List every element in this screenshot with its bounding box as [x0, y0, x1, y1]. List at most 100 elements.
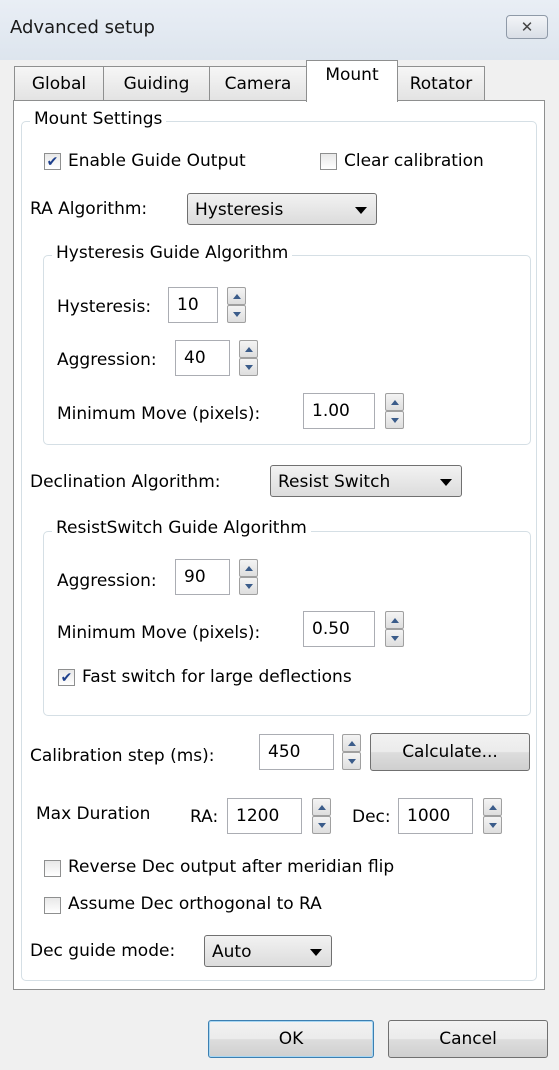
hysteresis-label: Hysteresis:	[57, 297, 152, 317]
spin-down-button[interactable]	[227, 305, 246, 323]
tab-label: Rotator	[409, 73, 473, 94]
spin-up-button[interactable]	[239, 340, 258, 358]
spin-down-button[interactable]	[385, 411, 404, 429]
spin-down-button[interactable]	[312, 816, 331, 834]
dec-guide-mode-label: Dec guide mode:	[30, 941, 176, 961]
arrow-down-icon	[488, 822, 497, 828]
spin-up-button[interactable]	[312, 798, 331, 816]
fast-switch-checkbox[interactable]: ✔	[58, 669, 75, 686]
rs-min-move-spinner[interactable]	[385, 611, 404, 647]
mount-tab-panel: Mount Settings ✔ Enable Guide Output Cle…	[13, 100, 545, 990]
hysteresis-group-title: Hysteresis Guide Algorithm	[52, 243, 293, 263]
hysteresis-spinner[interactable]	[227, 287, 246, 323]
arrow-up-icon	[488, 804, 497, 810]
hysteresis-aggression-spinner[interactable]	[239, 340, 258, 376]
spin-up-button[interactable]	[385, 393, 404, 411]
spin-down-button[interactable]	[342, 752, 361, 770]
mount-settings-title: Mount Settings	[30, 109, 167, 129]
tab-label: Guiding	[123, 73, 190, 94]
max-duration-dec-input[interactable]: 1000	[398, 798, 473, 834]
arrow-down-icon	[244, 364, 253, 370]
spin-down-button[interactable]	[239, 577, 258, 595]
ok-button-label: OK	[278, 1029, 304, 1049]
max-duration-ra-value: 1200	[236, 806, 280, 826]
fast-switch-label: Fast switch for large deflections	[82, 667, 352, 687]
tab-rotator[interactable]: Rotator	[397, 66, 485, 100]
hysteresis-min-move-spinner[interactable]	[385, 393, 404, 429]
dec-guide-mode-value: Auto	[212, 942, 252, 962]
arrow-down-icon	[244, 583, 253, 589]
close-icon: ✕	[520, 18, 534, 36]
arrow-up-icon	[390, 399, 399, 405]
max-duration-ra-input[interactable]: 1200	[227, 798, 302, 834]
hysteresis-value: 10	[177, 295, 199, 315]
ra-algorithm-value: Hysteresis	[195, 200, 284, 220]
spin-down-button[interactable]	[239, 358, 258, 376]
calibration-step-spinner[interactable]	[342, 734, 361, 770]
spin-down-button[interactable]	[385, 629, 404, 647]
cancel-button[interactable]: Cancel	[388, 1020, 548, 1058]
spin-up-button[interactable]	[227, 287, 246, 305]
tab-mount[interactable]: Mount	[306, 60, 398, 102]
arrow-up-icon	[390, 617, 399, 623]
rs-min-move-input[interactable]: 0.50	[303, 611, 375, 647]
calibration-step-value: 450	[268, 742, 301, 762]
arrow-up-icon	[244, 346, 253, 352]
clear-calibration-label: Clear calibration	[344, 151, 484, 171]
max-duration-dec-spinner[interactable]	[483, 798, 502, 834]
assume-orthogonal-checkbox[interactable]	[44, 897, 61, 914]
ok-button[interactable]: OK	[208, 1020, 374, 1058]
spin-up-button[interactable]	[342, 734, 361, 752]
arrow-up-icon	[244, 565, 253, 571]
close-button[interactable]: ✕	[506, 15, 548, 39]
window-title: Advanced setup	[10, 17, 155, 38]
hysteresis-min-move-input[interactable]: 1.00	[303, 393, 375, 429]
advanced-setup-window: Advanced setup ✕ Global Guiding Camera M…	[0, 0, 559, 1070]
tab-label: Mount	[325, 65, 379, 85]
spin-down-button[interactable]	[483, 816, 502, 834]
dec-algorithm-dropdown[interactable]: Resist Switch	[270, 465, 462, 497]
calculate-button[interactable]: Calculate...	[370, 733, 530, 771]
max-duration-dec-value: 1000	[407, 806, 451, 826]
hysteresis-aggression-input[interactable]: 40	[175, 340, 230, 376]
chevron-down-icon	[310, 949, 322, 956]
arrow-up-icon	[347, 740, 356, 746]
title-bar[interactable]: Advanced setup ✕	[0, 0, 559, 60]
spin-up-button[interactable]	[385, 611, 404, 629]
clear-calibration-checkbox[interactable]	[320, 153, 337, 170]
rs-aggression-input[interactable]: 90	[175, 559, 230, 595]
check-icon: ✔	[46, 153, 59, 170]
spin-up-button[interactable]	[239, 559, 258, 577]
arrow-up-icon	[317, 804, 326, 810]
tab-label: Camera	[224, 73, 292, 94]
arrow-down-icon	[347, 758, 356, 764]
ra-algorithm-label: RA Algorithm:	[30, 199, 148, 219]
hysteresis-min-move-value: 1.00	[312, 401, 350, 421]
dec-algorithm-label: Declination Algorithm:	[30, 472, 221, 492]
calculate-button-label: Calculate...	[402, 742, 498, 762]
calibration-step-input[interactable]: 450	[259, 734, 334, 770]
dec-guide-mode-dropdown[interactable]: Auto	[204, 935, 332, 967]
enable-guide-output-checkbox[interactable]: ✔	[44, 153, 61, 170]
reverse-dec-checkbox[interactable]	[44, 860, 61, 877]
aggression-label: Aggression:	[57, 350, 157, 370]
tab-global[interactable]: Global	[14, 66, 104, 100]
spin-up-button[interactable]	[483, 798, 502, 816]
arrow-down-icon	[390, 635, 399, 641]
max-duration-label: Max Duration	[36, 804, 151, 824]
rs-aggression-label: Aggression:	[57, 571, 157, 591]
arrow-up-icon	[232, 293, 241, 299]
rs-aggression-spinner[interactable]	[239, 559, 258, 595]
enable-guide-output-label: Enable Guide Output	[68, 151, 246, 171]
chevron-down-icon	[355, 207, 367, 214]
tab-guiding[interactable]: Guiding	[103, 66, 210, 100]
resistswitch-group-title: ResistSwitch Guide Algorithm	[52, 518, 311, 538]
calibration-step-label: Calibration step (ms):	[30, 746, 215, 766]
arrow-down-icon	[232, 311, 241, 317]
ra-algorithm-dropdown[interactable]: Hysteresis	[187, 193, 377, 225]
tab-camera[interactable]: Camera	[209, 66, 307, 100]
max-duration-dec-label: Dec:	[352, 807, 391, 827]
hysteresis-input[interactable]: 10	[168, 287, 218, 323]
max-duration-ra-spinner[interactable]	[312, 798, 331, 834]
rs-min-move-value: 0.50	[312, 619, 350, 639]
